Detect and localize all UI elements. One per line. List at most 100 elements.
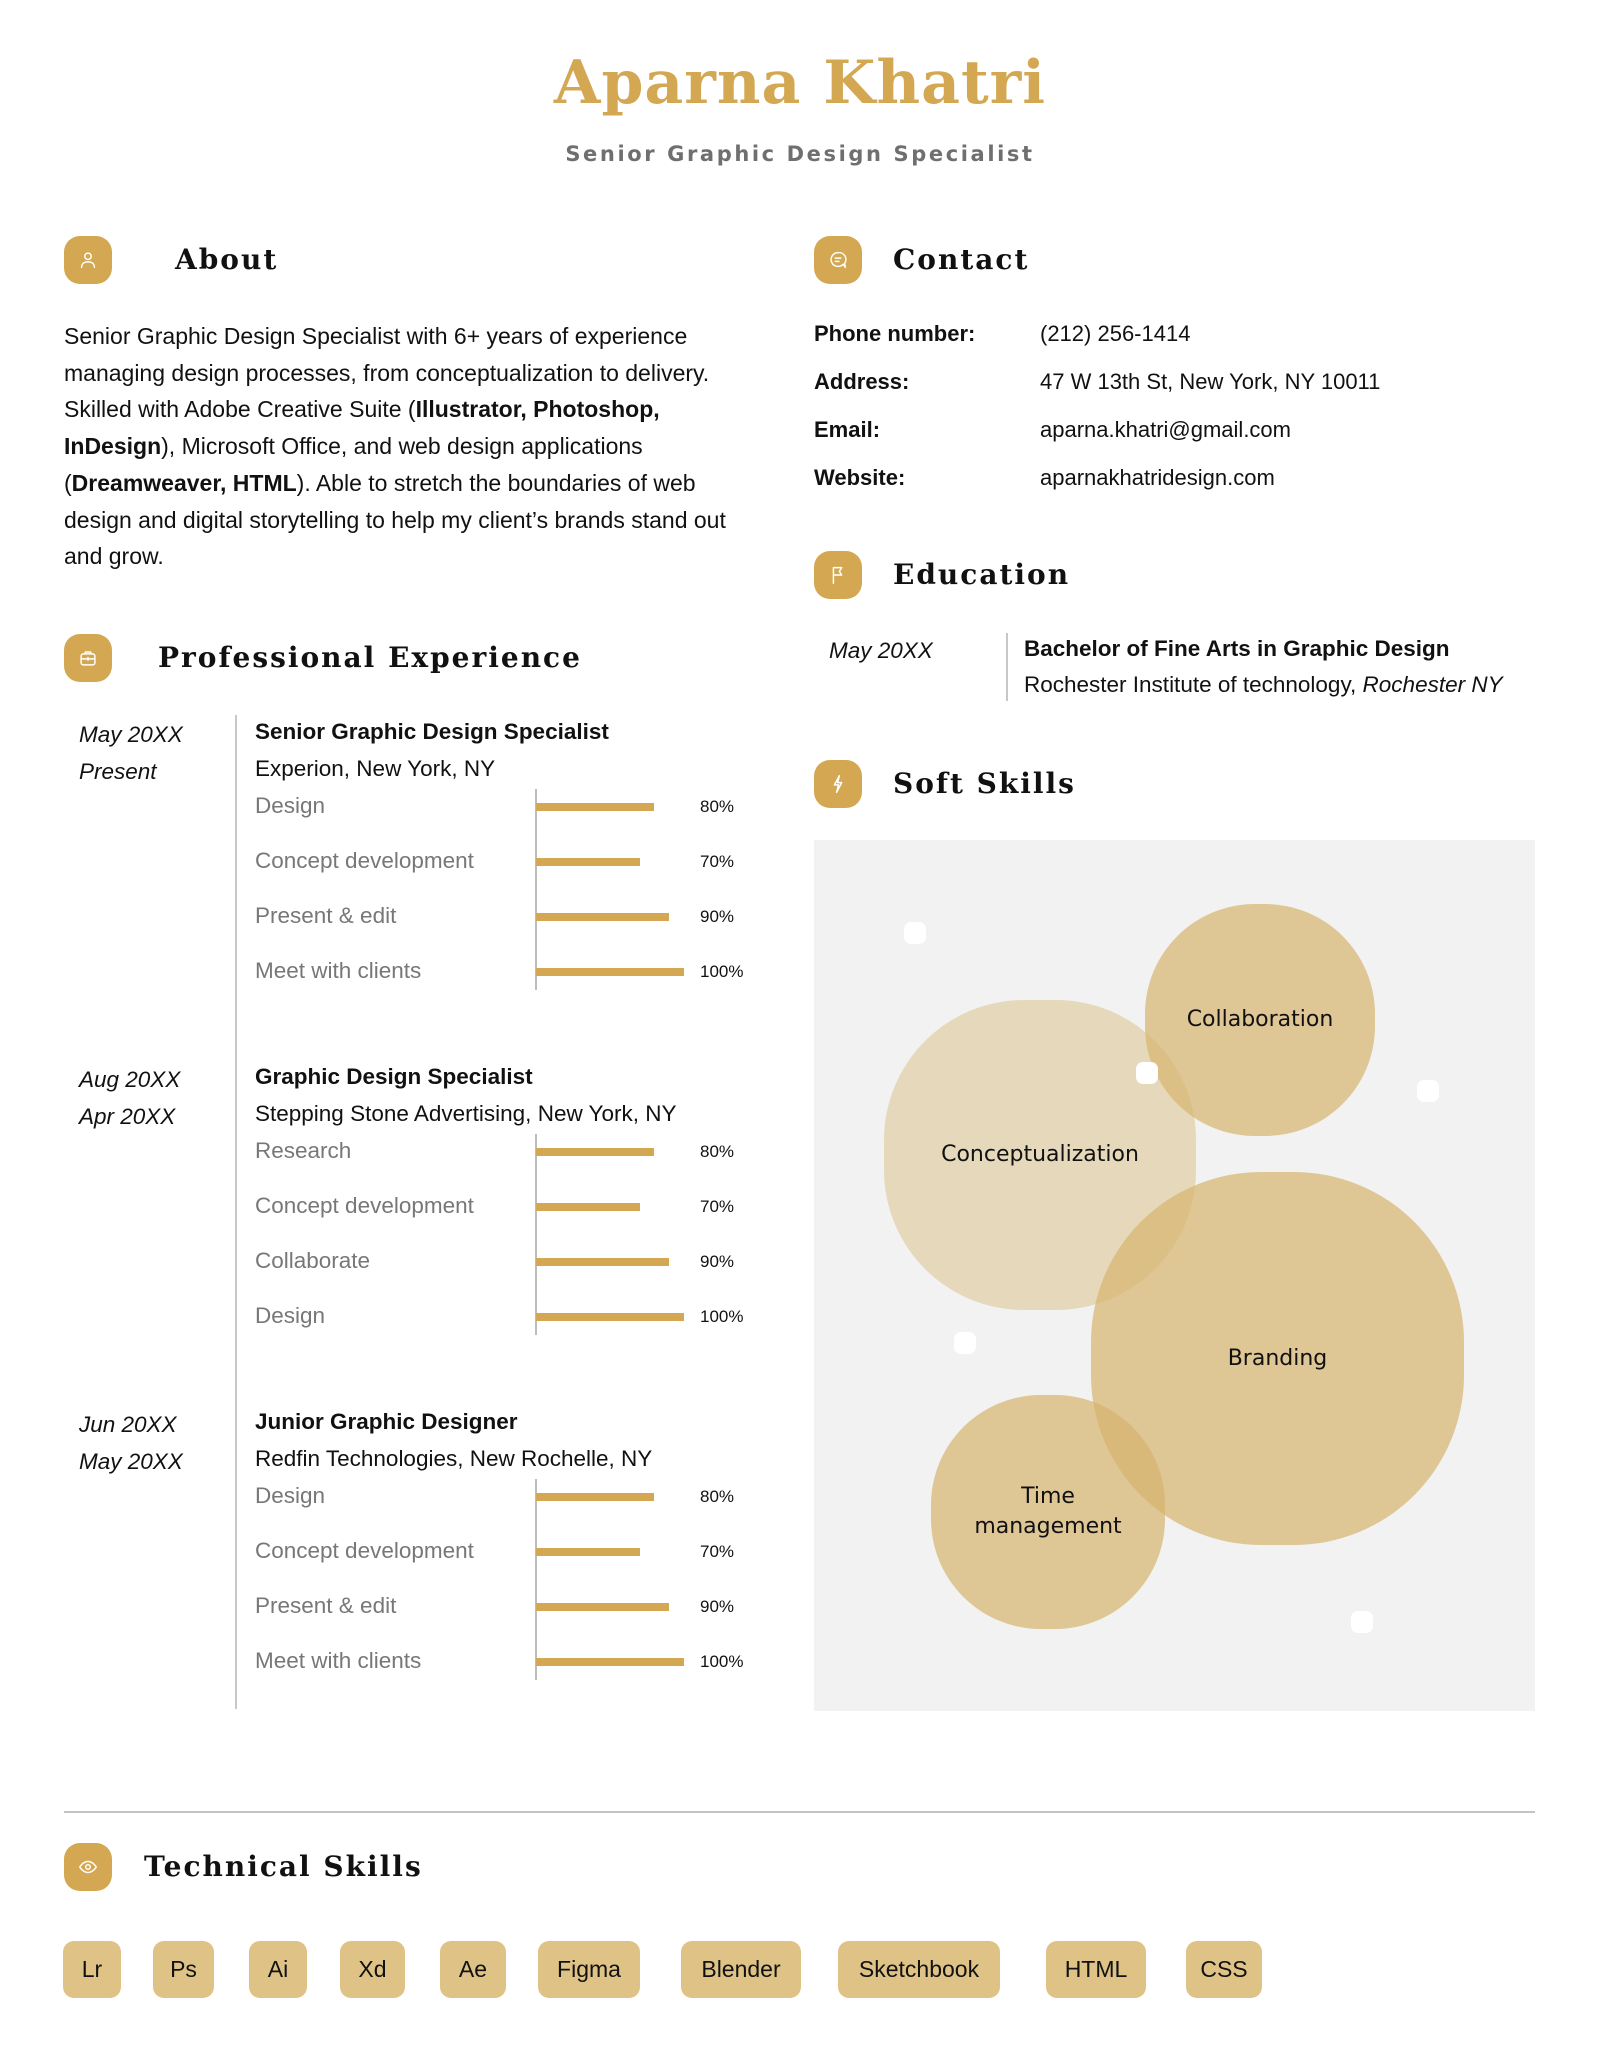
skill-label: Design [255, 793, 326, 818]
chat-icon [814, 236, 862, 284]
skill-bar [536, 803, 654, 811]
education-divider [1006, 633, 1008, 701]
experience-timeline [235, 715, 237, 1709]
flag-icon [814, 551, 862, 599]
education-school: Rochester Institute of technology, Roche… [1024, 672, 1503, 698]
decorative-dot [954, 1332, 976, 1354]
skill-percent: 100% [700, 962, 744, 981]
about-text-segment: Dreamweaver, HTML [71, 469, 297, 496]
tech-skill-chip: Ai [249, 1941, 307, 1998]
soft-skill-bubble: Time management [931, 1395, 1165, 1629]
contact-value-email[interactable]: aparna.khatri@gmail.com [1040, 417, 1291, 443]
skill-bar [536, 913, 669, 921]
contact-label-email: Email: [814, 417, 881, 442]
skill-bar [536, 968, 684, 976]
skill-bar [536, 858, 640, 866]
technical-skills-heading: Technical Skills [144, 1850, 423, 1883]
skill-label: Present & edit [255, 1593, 397, 1618]
soft-skill-label: Branding [1227, 1345, 1328, 1371]
skill-label: Concept development [255, 1193, 474, 1218]
soft-skill-bubble: Collaboration [1145, 904, 1375, 1136]
tech-skill-chip: Blender [681, 1941, 801, 1998]
soft-skill-label: Collaboration [1186, 1007, 1334, 1032]
resume-job-title: Senior Graphic Design Specialist [565, 142, 1035, 166]
skill-label: Meet with clients [255, 1648, 422, 1673]
tech-skill-chip: Xd [340, 1941, 405, 1998]
contact-label-phone: Phone number: [814, 321, 976, 346]
soft-skills-panel: Conceptualization Collaboration Branding… [814, 840, 1535, 1711]
skill-bar [536, 1493, 654, 1501]
job-title: Graphic Design Specialist [255, 1064, 533, 1089]
soft-skills-heading: Soft Skills [893, 767, 1076, 800]
skill-bar [536, 1148, 654, 1156]
soft-skill-label: Time management [974, 1484, 1122, 1539]
skill-percent: 90% [700, 907, 735, 926]
decorative-dot [1351, 1611, 1373, 1633]
resume-name: Aparna Khatri [553, 48, 1047, 118]
skill-label: Meet with clients [255, 958, 422, 983]
tech-skill-chip: Lr [63, 1941, 121, 1998]
soft-skill-label: Conceptualization [941, 1142, 1139, 1167]
tech-skill-chip: HTML [1046, 1941, 1146, 1998]
education-heading: Education [893, 558, 1071, 591]
tech-skill-chip: Sketchbook [838, 1941, 1000, 1998]
skill-percent: 70% [700, 852, 735, 871]
skill-label: Research [255, 1138, 352, 1163]
education-school-name: Rochester Institute of technology, [1024, 672, 1357, 697]
education-location: Rochester NY [1362, 672, 1503, 697]
skill-label: Collaborate [255, 1248, 371, 1273]
skill-bar [536, 1658, 684, 1666]
education-date: May 20XX [829, 638, 933, 663]
skill-percent: 70% [700, 1542, 735, 1561]
education-degree: Bachelor of Fine Arts in Graphic Design [1024, 636, 1450, 661]
skill-percent: 100% [700, 1652, 744, 1671]
skill-bar-axis [535, 1134, 537, 1335]
skill-bar [536, 1313, 684, 1321]
tech-skill-chip: CSS [1186, 1941, 1262, 1998]
skill-bar [536, 1203, 640, 1211]
job-end-date: May 20XX [79, 1449, 183, 1474]
tech-skill-chip: Ae [440, 1941, 506, 1998]
skill-percent: 80% [700, 1487, 735, 1506]
job-title: Senior Graphic Design Specialist [255, 719, 609, 744]
contact-label-website: Website: [814, 465, 906, 490]
eye-icon [64, 1843, 112, 1891]
job-company: Redfin Technologies, New Rochelle, NY [255, 1446, 653, 1471]
skill-percent: 100% [700, 1307, 744, 1326]
skill-label: Concept development [255, 848, 474, 873]
skill-percent: 90% [700, 1597, 735, 1616]
decorative-dot [904, 922, 926, 944]
skill-bar [536, 1548, 640, 1556]
skill-percent: 90% [700, 1252, 735, 1271]
skill-bar [536, 1258, 669, 1266]
contact-value-website[interactable]: aparnakhatridesign.com [1040, 465, 1275, 491]
skill-percent: 70% [700, 1197, 735, 1216]
contact-heading: Contact [893, 243, 1030, 276]
skill-label: Design [255, 1303, 326, 1328]
decorative-dot [1417, 1080, 1439, 1102]
job-company: Stepping Stone Advertising, New York, NY [255, 1101, 677, 1126]
section-divider [64, 1811, 1535, 1813]
skill-label: Concept development [255, 1538, 474, 1563]
decorative-dot [1136, 1062, 1158, 1084]
skill-bar-axis [535, 789, 537, 990]
skill-bar [536, 1603, 669, 1611]
experience-heading: Professional Experience [158, 641, 582, 674]
skill-bar-axis [535, 1479, 537, 1680]
tech-skill-chip: Figma [538, 1941, 640, 1998]
about-paragraph: Senior Graphic Design Specialist with 6+… [64, 318, 754, 575]
about-heading: About [175, 243, 279, 276]
skill-label: Present & edit [255, 903, 397, 928]
tech-skill-chip: Ps [153, 1941, 214, 1998]
job-company: Experion, New York, NY [255, 756, 496, 781]
lightning-icon [814, 760, 862, 808]
job-start-date: Aug 20XX [79, 1067, 181, 1092]
briefcase-icon [64, 634, 112, 682]
skill-label: Design [255, 1483, 326, 1508]
contact-value-phone[interactable]: (212) 256-1414 [1040, 321, 1190, 347]
job-end-date: Present [79, 759, 157, 784]
job-start-date: Jun 20XX [79, 1412, 177, 1437]
job-title: Junior Graphic Designer [255, 1409, 518, 1434]
job-start-date: May 20XX [79, 722, 183, 747]
skill-percent: 80% [700, 797, 735, 816]
